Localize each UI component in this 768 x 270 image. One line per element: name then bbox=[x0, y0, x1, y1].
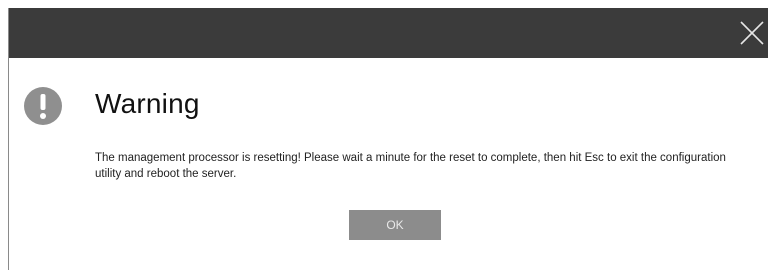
dialog-content: Warning The management processor is rese… bbox=[9, 58, 768, 270]
warning-dialog: Warning The management processor is rese… bbox=[8, 8, 768, 270]
warning-icon bbox=[23, 86, 63, 126]
close-icon[interactable] bbox=[739, 20, 765, 46]
dialog-title: Warning bbox=[95, 88, 200, 119]
dialog-title-bar bbox=[9, 8, 768, 58]
ok-button[interactable]: OK bbox=[349, 210, 441, 240]
dialog-message: The management processor is resetting! P… bbox=[95, 152, 726, 180]
